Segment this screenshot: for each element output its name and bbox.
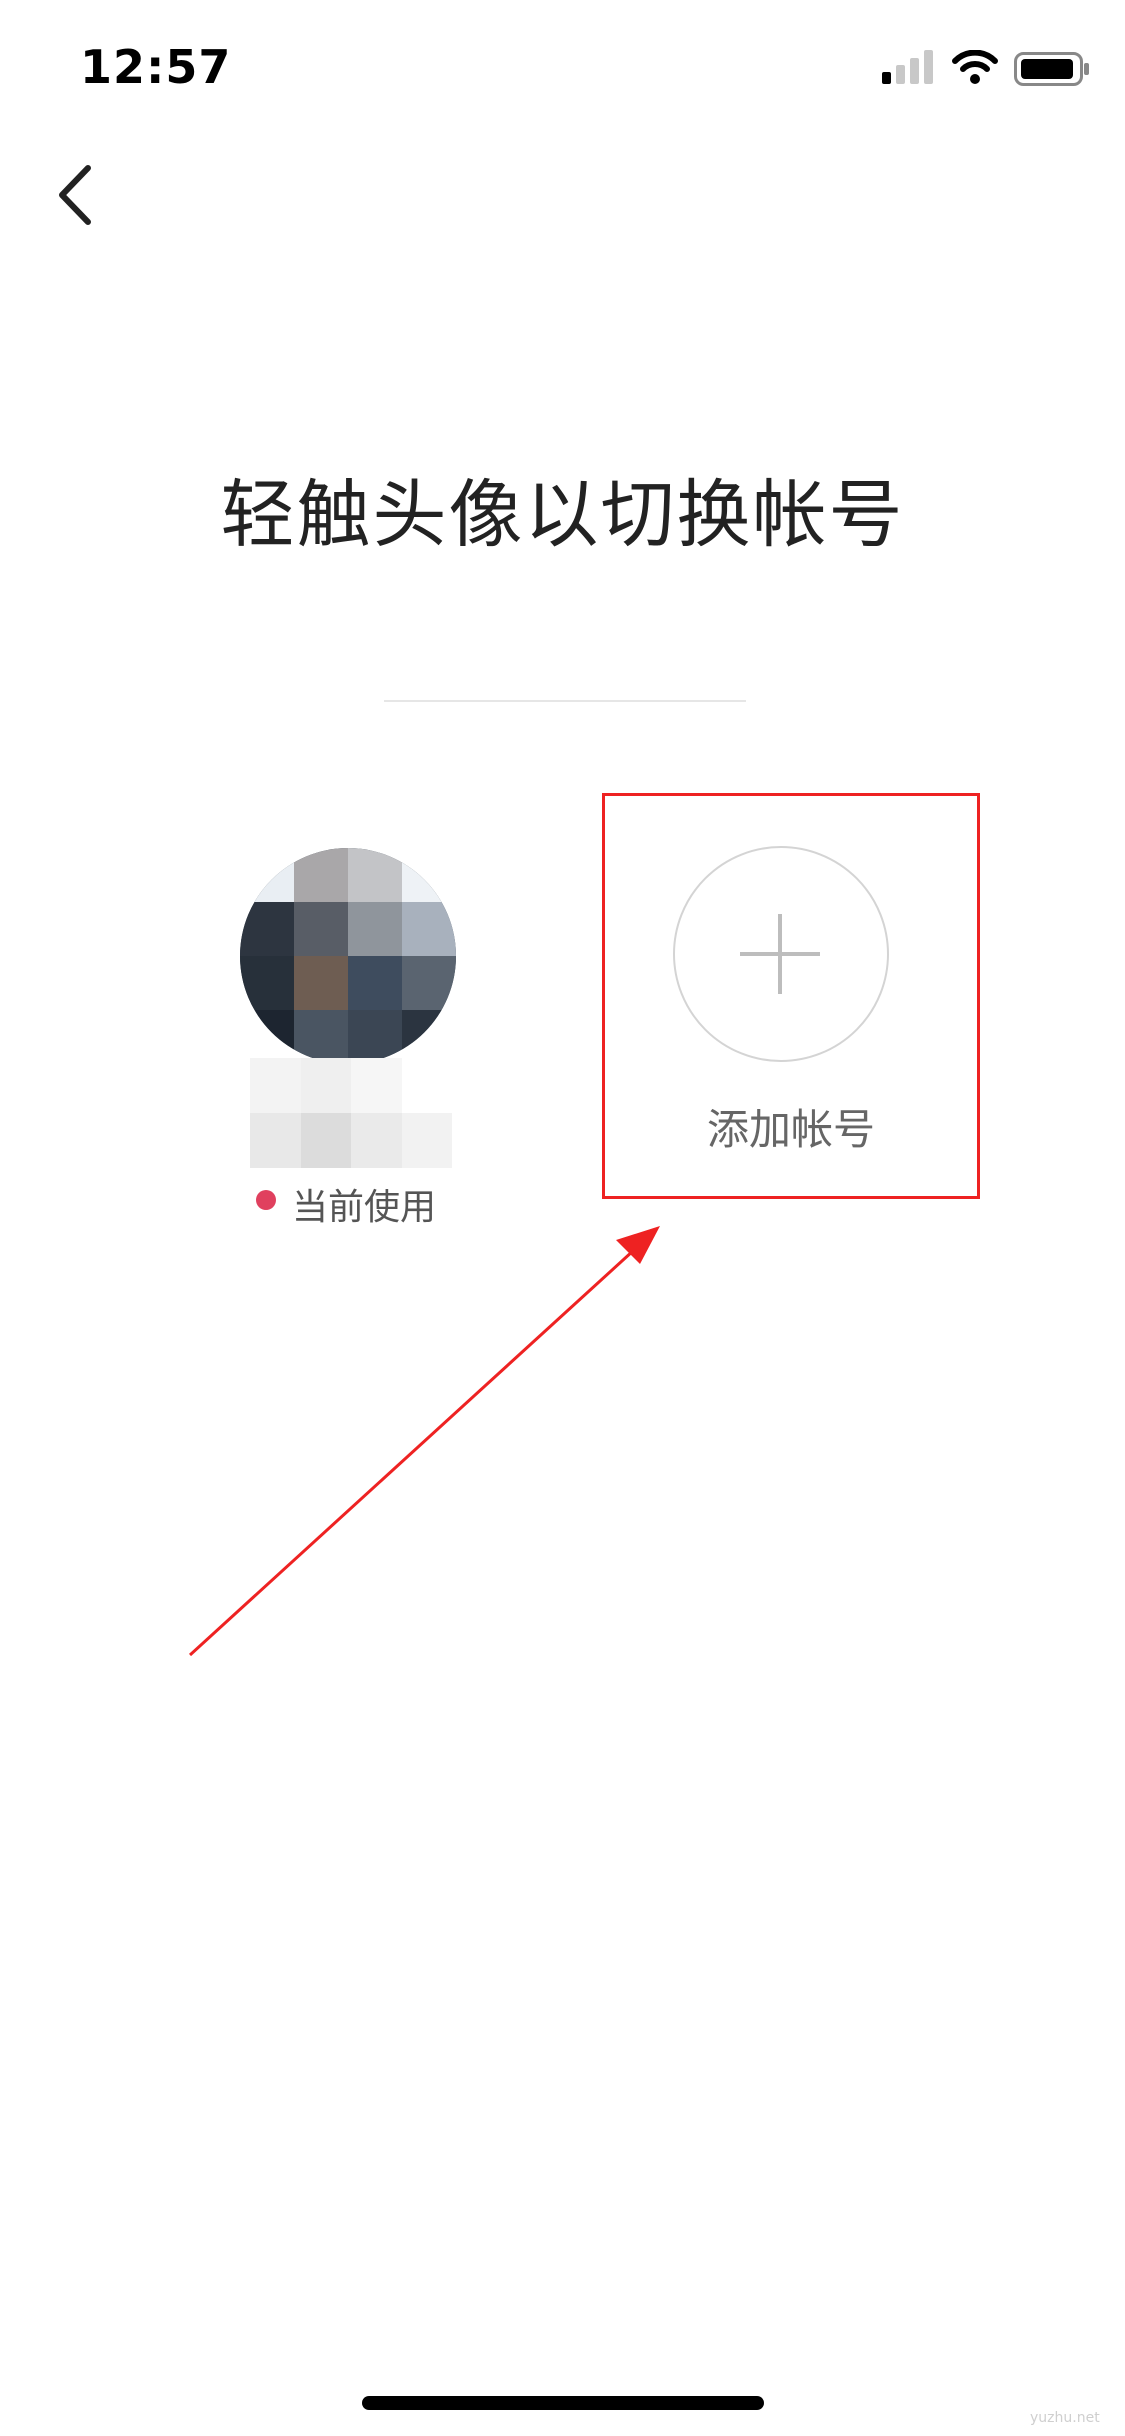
home-indicator [362,2396,764,2410]
watermark: yuzhu.net [1030,2410,1100,2426]
annotation-arrow [188,1226,660,1657]
